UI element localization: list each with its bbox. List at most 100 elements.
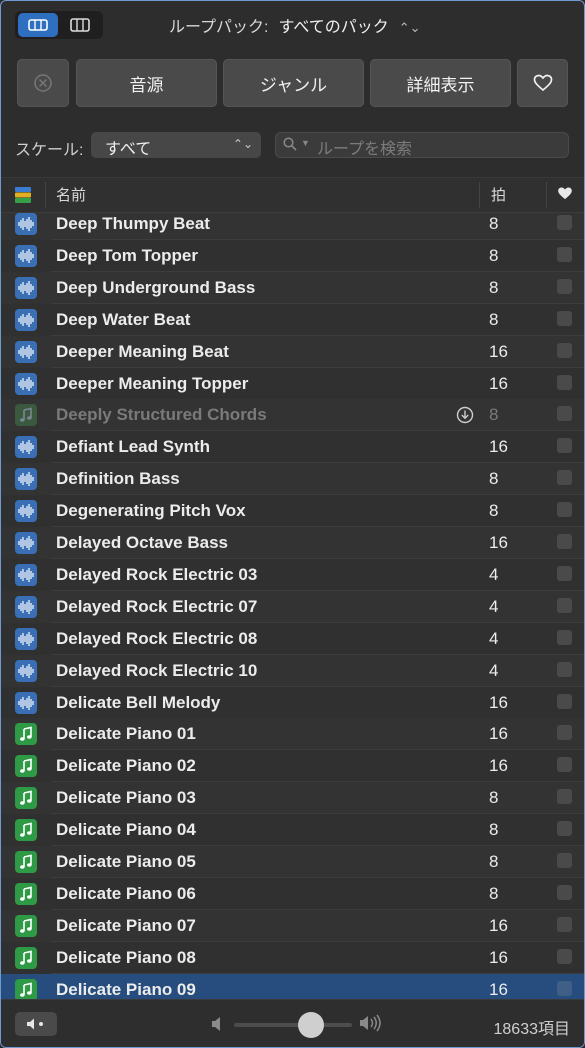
search-icon: [283, 137, 297, 151]
favorite-checkbox[interactable]: [557, 534, 572, 549]
loop-browser-panel: ループパック: すべてのパック ⌃⌄ 音源 ジャンル 詳細表示 スケール: すべて …: [0, 0, 585, 1048]
volume-high-icon: [360, 1014, 381, 1032]
scale-label: スケール:: [15, 142, 84, 159]
favorite-checkbox[interactable]: [557, 278, 572, 294]
table-row[interactable]: Deep Tom Topper 8: [1, 239, 584, 272]
loop-beats: 16: [489, 979, 508, 999]
details-filter-button[interactable]: 詳細表示: [370, 59, 511, 107]
genre-filter-button[interactable]: ジャンル: [223, 59, 364, 107]
loop-pack-selector[interactable]: ループパック: すべてのパック ⌃⌄: [169, 13, 421, 37]
loop-list: Deep Thumpy Beat 8 Deep Tom Topper 8 Deep Un…: [1, 213, 584, 999]
favorite-checkbox[interactable]: [557, 757, 572, 773]
volume-slider-knob[interactable]: [298, 1012, 324, 1038]
audio-loop-icon: [15, 595, 37, 618]
preview-speaker-button[interactable]: [15, 1012, 57, 1036]
midi-note-icon: [20, 790, 32, 805]
table-row[interactable]: Delicate Piano 08 16: [1, 941, 584, 974]
favorite-checkbox[interactable]: [557, 310, 572, 326]
favorite-checkbox[interactable]: [557, 246, 572, 262]
audio-loop-icon: [15, 563, 37, 586]
column-view-button[interactable]: [60, 13, 100, 37]
search-input[interactable]: ▼ ループを検索: [275, 132, 569, 158]
table-row[interactable]: Delicate Bell Melody 16: [1, 686, 584, 719]
loop-beats: 16: [489, 756, 508, 776]
favorite-checkbox[interactable]: [557, 565, 572, 581]
instrument-filter-button[interactable]: 音源: [76, 59, 217, 107]
table-row[interactable]: Delicate Piano 07 16: [1, 909, 584, 942]
favorite-checkbox[interactable]: [557, 821, 572, 837]
favorite-checkbox[interactable]: [557, 470, 572, 486]
table-row[interactable]: Deep Water Beat 8: [1, 303, 584, 336]
audio-waveform-icon: [18, 472, 34, 487]
favorite-checkbox[interactable]: [557, 406, 572, 422]
loop-beats: 8: [489, 405, 499, 425]
favorite-checkbox[interactable]: [557, 597, 572, 613]
loop-name: Delicate Piano 07: [56, 915, 196, 935]
favorite-checkbox[interactable]: [557, 789, 572, 805]
favorite-checkbox[interactable]: [557, 502, 572, 518]
favorite-checkbox[interactable]: [557, 916, 572, 932]
volume-slider-track[interactable]: [234, 1023, 352, 1027]
color-column-icon[interactable]: [15, 187, 31, 203]
midi-note-icon: [20, 407, 32, 423]
loop-beats: 4: [489, 660, 499, 680]
table-row[interactable]: Deeper Meaning Beat 16: [1, 335, 584, 368]
column-header-beats[interactable]: 拍: [491, 184, 506, 205]
midi-loop-icon: [15, 755, 37, 778]
table-row[interactable]: Delicate Piano 01 16: [1, 718, 584, 751]
table-row[interactable]: Delayed Rock Electric 10 4: [1, 654, 584, 687]
audio-waveform-icon: [18, 504, 34, 519]
table-row[interactable]: Delicate Piano 06 8: [1, 877, 584, 910]
favorite-column-heart-icon[interactable]: [557, 186, 573, 201]
loop-name: Deep Underground Bass: [56, 277, 256, 297]
favorite-checkbox[interactable]: [557, 661, 572, 677]
audio-loop-icon: [15, 276, 37, 299]
audio-loop-icon: [15, 436, 37, 459]
table-row[interactable]: Deep Thumpy Beat 8: [1, 213, 584, 240]
favorite-checkbox[interactable]: [557, 725, 572, 741]
reset-filters-button[interactable]: [17, 59, 69, 107]
favorite-checkbox[interactable]: [557, 374, 572, 390]
table-row[interactable]: Delicate Piano 05 8: [1, 846, 584, 878]
table-row[interactable]: Delicate Piano 04 8: [1, 814, 584, 847]
table-row[interactable]: Delicate Piano 02 16: [1, 750, 584, 783]
midi-note-icon: [20, 886, 32, 901]
favorite-checkbox[interactable]: [557, 693, 572, 709]
download-icon[interactable]: [456, 406, 474, 429]
filter-buttons: 音源 ジャンル 詳細表示: [17, 59, 572, 109]
midi-loop-icon: [15, 946, 37, 969]
table-row[interactable]: Delicate Piano 03 8: [1, 782, 584, 815]
list-view-button[interactable]: [18, 13, 58, 37]
table-row[interactable]: Defiant Lead Synth 16: [1, 431, 584, 464]
audio-waveform-icon: [18, 695, 34, 710]
loop-beats: 16: [489, 533, 508, 552]
midi-note-icon: [20, 854, 32, 869]
search-options-chevron-icon[interactable]: ▼: [301, 138, 310, 148]
favorite-checkbox[interactable]: [557, 853, 572, 868]
favorite-checkbox[interactable]: [557, 215, 572, 230]
favorite-checkbox[interactable]: [557, 629, 572, 645]
table-row[interactable]: Definition Bass 8: [1, 463, 584, 496]
audio-waveform-icon: [18, 376, 34, 391]
loop-name: Delayed Rock Electric 10: [56, 660, 258, 680]
table-row[interactable]: Deeply Structured Chords 8: [1, 399, 584, 432]
table-row[interactable]: Delayed Octave Bass 16: [1, 527, 584, 559]
table-row[interactable]: Delicate Piano 09 16: [1, 973, 584, 999]
midi-note-icon: [20, 982, 32, 997]
table-row[interactable]: Deeper Meaning Topper 16: [1, 367, 584, 400]
table-row[interactable]: Delayed Rock Electric 08 4: [1, 622, 584, 655]
favorite-checkbox[interactable]: [557, 948, 572, 964]
favorites-filter-button[interactable]: [517, 59, 568, 107]
favorite-checkbox[interactable]: [557, 438, 572, 454]
volume-low-icon: [212, 1017, 220, 1031]
scale-select[interactable]: すべて ⌃⌄: [91, 132, 261, 158]
table-row[interactable]: Degenerating Pitch Vox 8: [1, 495, 584, 528]
favorite-checkbox[interactable]: [557, 980, 572, 996]
column-header-name[interactable]: 名前: [56, 184, 86, 205]
favorite-checkbox[interactable]: [557, 342, 572, 358]
table-row[interactable]: Delayed Rock Electric 07 4: [1, 590, 584, 623]
table-row[interactable]: Delayed Rock Electric 03 4: [1, 558, 584, 591]
midi-loop-icon: [15, 404, 37, 427]
table-row[interactable]: Deep Underground Bass 8: [1, 271, 584, 304]
favorite-checkbox[interactable]: [557, 884, 572, 900]
